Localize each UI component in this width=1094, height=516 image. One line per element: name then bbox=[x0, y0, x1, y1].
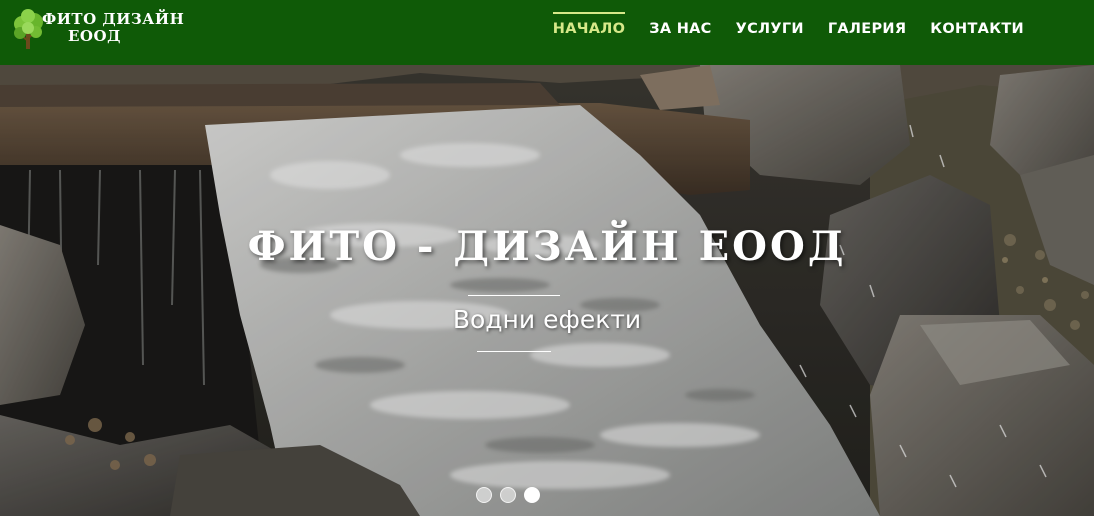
hero-slider: Фито - дизайн ЕООД Водни ефекти bbox=[0, 65, 1094, 516]
page: ФИТО ДИЗАЙН ЕООД НАЧАЛО ЗА НАС УСЛУГИ ГА… bbox=[0, 0, 1094, 516]
slider-indicators bbox=[476, 487, 540, 503]
nav-item-services[interactable]: УСЛУГИ bbox=[736, 21, 804, 37]
nav-item-home[interactable]: НАЧАЛО bbox=[552, 12, 626, 37]
hero-title: Фито - дизайн ЕООД bbox=[247, 223, 847, 270]
nav-item-about[interactable]: ЗА НАС bbox=[649, 21, 711, 37]
logo-text-line2: ЕООД bbox=[68, 27, 121, 45]
logo-text-line1: ФИТО ДИЗАЙН bbox=[42, 10, 185, 28]
slide-dot-1[interactable] bbox=[476, 487, 492, 503]
hero-divider-top bbox=[468, 295, 560, 296]
site-logo[interactable]: ФИТО ДИЗАЙН ЕООД bbox=[12, 6, 184, 50]
nav-item-contacts[interactable]: КОНТАКТИ bbox=[930, 21, 1024, 37]
slide-dot-3[interactable] bbox=[524, 487, 540, 503]
main-nav: НАЧАЛО ЗА НАС УСЛУГИ ГАЛЕРИЯ КОНТАКТИ bbox=[552, 0, 1024, 58]
site-header: ФИТО ДИЗАЙН ЕООД НАЧАЛО ЗА НАС УСЛУГИ ГА… bbox=[0, 0, 1094, 65]
hero-subtitle: Водни ефекти bbox=[452, 305, 642, 334]
slide-dot-2[interactable] bbox=[500, 487, 516, 503]
hero-caption: Фито - дизайн ЕООД Водни ефекти bbox=[0, 65, 1094, 516]
hero-divider-bottom bbox=[477, 351, 551, 352]
nav-item-gallery[interactable]: ГАЛЕРИЯ bbox=[828, 21, 906, 37]
tree-icon bbox=[14, 9, 43, 49]
